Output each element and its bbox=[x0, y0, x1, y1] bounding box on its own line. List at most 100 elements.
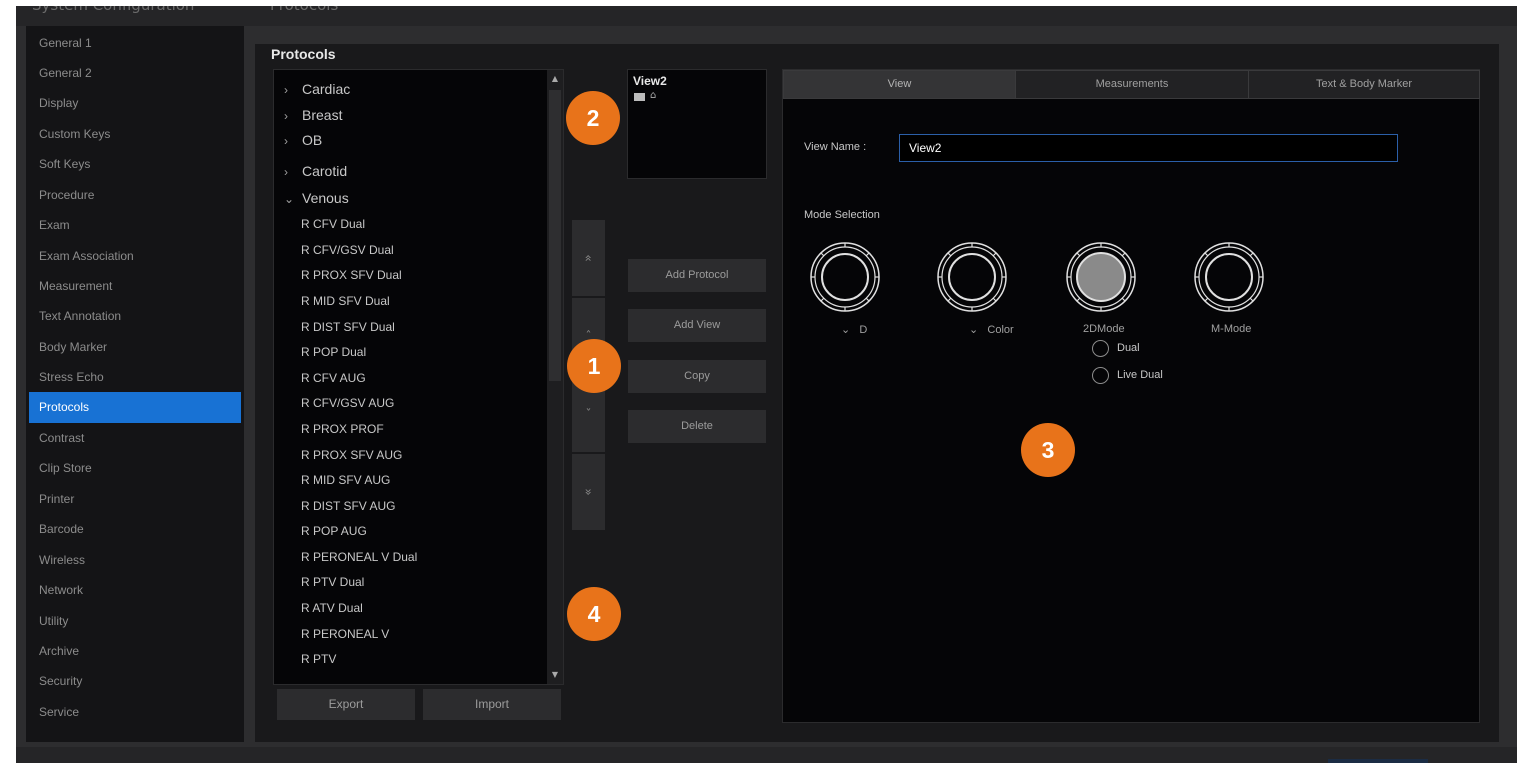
protocol-tree: › Cardiac › Breast › OB › Carotid ⌄ Venous R … bbox=[273, 69, 564, 685]
chevron-right-icon: › bbox=[284, 134, 288, 148]
tree-item[interactable]: R MID SFV Dual bbox=[301, 289, 390, 314]
view-thumbnail[interactable] bbox=[634, 93, 645, 101]
tree-item[interactable]: R POP Dual bbox=[301, 340, 366, 365]
sidebar-item-protocols[interactable]: Protocols bbox=[29, 392, 241, 423]
view-preview: View2 ⌂ bbox=[627, 69, 767, 179]
mode-m-dial[interactable] bbox=[1193, 241, 1265, 313]
sidebar-item-text-annotation[interactable]: Text Annotation bbox=[29, 301, 241, 332]
sidebar-item-network[interactable]: Network bbox=[29, 575, 241, 606]
tree-item[interactable]: R PERONEAL V Dual bbox=[301, 545, 417, 570]
tree-group-cardiac[interactable]: › Cardiac bbox=[284, 77, 350, 102]
tree-group-breast[interactable]: › Breast bbox=[284, 103, 342, 128]
mode-d-label[interactable]: ⌄ D bbox=[841, 323, 867, 336]
tree-item[interactable]: R PTV Dual bbox=[301, 570, 364, 595]
tree-group-venous[interactable]: ⌄ Venous bbox=[284, 186, 349, 211]
scroll-down-arrow-icon[interactable]: ▼ bbox=[549, 668, 561, 682]
tree-group-label: OB bbox=[302, 132, 323, 148]
page-header-title: Protocols bbox=[270, 6, 338, 14]
scroll-thumb[interactable] bbox=[549, 90, 561, 381]
chevron-down-icon: ⌄ bbox=[969, 324, 979, 336]
tree-scrollbar[interactable]: ▲ ▼ bbox=[547, 70, 563, 684]
callout-badge-4: 4 bbox=[567, 587, 621, 641]
sidebar-item-measurement[interactable]: Measurement bbox=[29, 271, 241, 302]
tree-item[interactable]: R PROX SFV Dual bbox=[301, 263, 402, 288]
chevron-right-icon: › bbox=[284, 165, 288, 179]
probe-icon: ⌂ bbox=[650, 90, 657, 101]
import-button[interactable]: Import bbox=[423, 689, 561, 720]
export-button[interactable]: Export bbox=[277, 689, 415, 720]
tree-item[interactable]: R CFV AUG bbox=[301, 366, 366, 391]
sidebar-item-exam-association[interactable]: Exam Association bbox=[29, 241, 241, 272]
tree-item[interactable]: R PTV bbox=[301, 647, 336, 672]
chevron-right-icon: › bbox=[284, 83, 288, 97]
tree-group-label: Cardiac bbox=[302, 81, 351, 97]
chevron-down-icon: ⌄ bbox=[284, 192, 295, 206]
radio-circle bbox=[1092, 367, 1109, 384]
sidebar-item-barcode[interactable]: Barcode bbox=[29, 514, 241, 545]
sidebar-item-soft-keys[interactable]: Soft Keys bbox=[29, 149, 241, 180]
tab-measurements[interactable]: Measurements bbox=[1015, 70, 1249, 99]
footer-bar bbox=[16, 747, 1517, 763]
dual-radio-label: Dual bbox=[1117, 342, 1140, 354]
tab-bar: View Measurements Text & Body Marker bbox=[783, 70, 1480, 99]
footer-button[interactable] bbox=[1328, 759, 1428, 763]
view-settings-panel: View Measurements Text & Body Marker Vie… bbox=[782, 69, 1480, 723]
sidebar-item-custom-keys[interactable]: Custom Keys bbox=[29, 119, 241, 150]
add-view-button[interactable]: Add View bbox=[628, 309, 766, 342]
tree-item[interactable]: R PROX PROF bbox=[301, 417, 384, 442]
live-dual-radio[interactable]: Live Dual bbox=[1092, 367, 1167, 385]
sidebar-item-service[interactable]: Service bbox=[29, 697, 241, 728]
tree-item[interactable]: R DIST SFV AUG bbox=[301, 494, 395, 519]
sidebar-item-contrast[interactable]: Contrast bbox=[29, 423, 241, 454]
mode-color-dial[interactable] bbox=[936, 241, 1008, 313]
sidebar-item-display[interactable]: Display bbox=[29, 88, 241, 119]
sidebar-item-utility[interactable]: Utility bbox=[29, 606, 241, 637]
sidebar-item-clip-store[interactable]: Clip Store bbox=[29, 453, 241, 484]
sidebar-item-general-1[interactable]: General 1 bbox=[29, 28, 241, 59]
scroll-up-arrow-icon[interactable]: ▲ bbox=[549, 72, 561, 86]
sidebar-item-wireless[interactable]: Wireless bbox=[29, 545, 241, 576]
add-protocol-button[interactable]: Add Protocol bbox=[628, 259, 766, 292]
mode-d-dial[interactable] bbox=[809, 241, 881, 313]
app-window: System Configuration Protocols General 1… bbox=[16, 6, 1517, 763]
sidebar-item-stress-echo[interactable]: Stress Echo bbox=[29, 362, 241, 393]
dual-radio[interactable]: Dual bbox=[1092, 340, 1167, 358]
sidebar-item-exam[interactable]: Exam bbox=[29, 210, 241, 241]
tree-item[interactable]: R DIST SFV Dual bbox=[301, 315, 395, 340]
tree-item[interactable]: R CFV Dual bbox=[301, 212, 365, 237]
tree-item[interactable]: R PROX SFV AUG bbox=[301, 443, 402, 468]
sidebar-item-archive[interactable]: Archive bbox=[29, 636, 241, 667]
chevron-right-icon: › bbox=[284, 109, 288, 123]
callout-badge-3: 3 bbox=[1021, 423, 1075, 477]
tree-item[interactable]: R PERONEAL V bbox=[301, 622, 389, 647]
tab-view[interactable]: View bbox=[783, 70, 1016, 99]
copy-button[interactable]: Copy bbox=[628, 360, 766, 393]
move-top-button[interactable]: « bbox=[572, 220, 605, 296]
move-bottom-button[interactable]: » bbox=[572, 454, 605, 530]
tree-group-ob[interactable]: › OB bbox=[284, 128, 322, 153]
tree-item[interactable]: R MID SFV AUG bbox=[301, 468, 390, 493]
live-dual-radio-label: Live Dual bbox=[1117, 369, 1163, 381]
tab-text-body-marker[interactable]: Text & Body Marker bbox=[1248, 70, 1480, 99]
tree-group-carotid[interactable]: › Carotid bbox=[284, 159, 347, 184]
tree-item[interactable]: R CFV/GSV AUG bbox=[301, 391, 394, 416]
sidebar: General 1 General 2 Display Custom Keys … bbox=[26, 26, 244, 742]
sidebar-item-security[interactable]: Security bbox=[29, 666, 241, 697]
tree-group-label: Carotid bbox=[302, 163, 348, 179]
sidebar-item-body-marker[interactable]: Body Marker bbox=[29, 332, 241, 363]
tree-item[interactable]: R CFV/GSV Dual bbox=[301, 238, 394, 263]
tree-item[interactable]: R POP AUG bbox=[301, 519, 367, 544]
mode-2d-dial[interactable] bbox=[1065, 241, 1137, 313]
tree-group-label: Breast bbox=[302, 107, 343, 123]
tree-item[interactable]: R ATV Dual bbox=[301, 596, 363, 621]
callout-badge-2: 2 bbox=[566, 91, 620, 145]
sidebar-item-procedure[interactable]: Procedure bbox=[29, 180, 241, 211]
sidebar-item-printer[interactable]: Printer bbox=[29, 484, 241, 515]
sidebar-item-general-2[interactable]: General 2 bbox=[29, 58, 241, 89]
chevron-down-icon: ⌄ bbox=[841, 324, 851, 336]
title-bar: System Configuration Protocols bbox=[16, 6, 1517, 26]
delete-button[interactable]: Delete bbox=[628, 410, 766, 443]
view-name-input[interactable]: View2 bbox=[899, 134, 1398, 162]
mode-color-label[interactable]: ⌄ Color bbox=[969, 323, 1014, 336]
callout-badge-1: 1 bbox=[567, 339, 621, 393]
